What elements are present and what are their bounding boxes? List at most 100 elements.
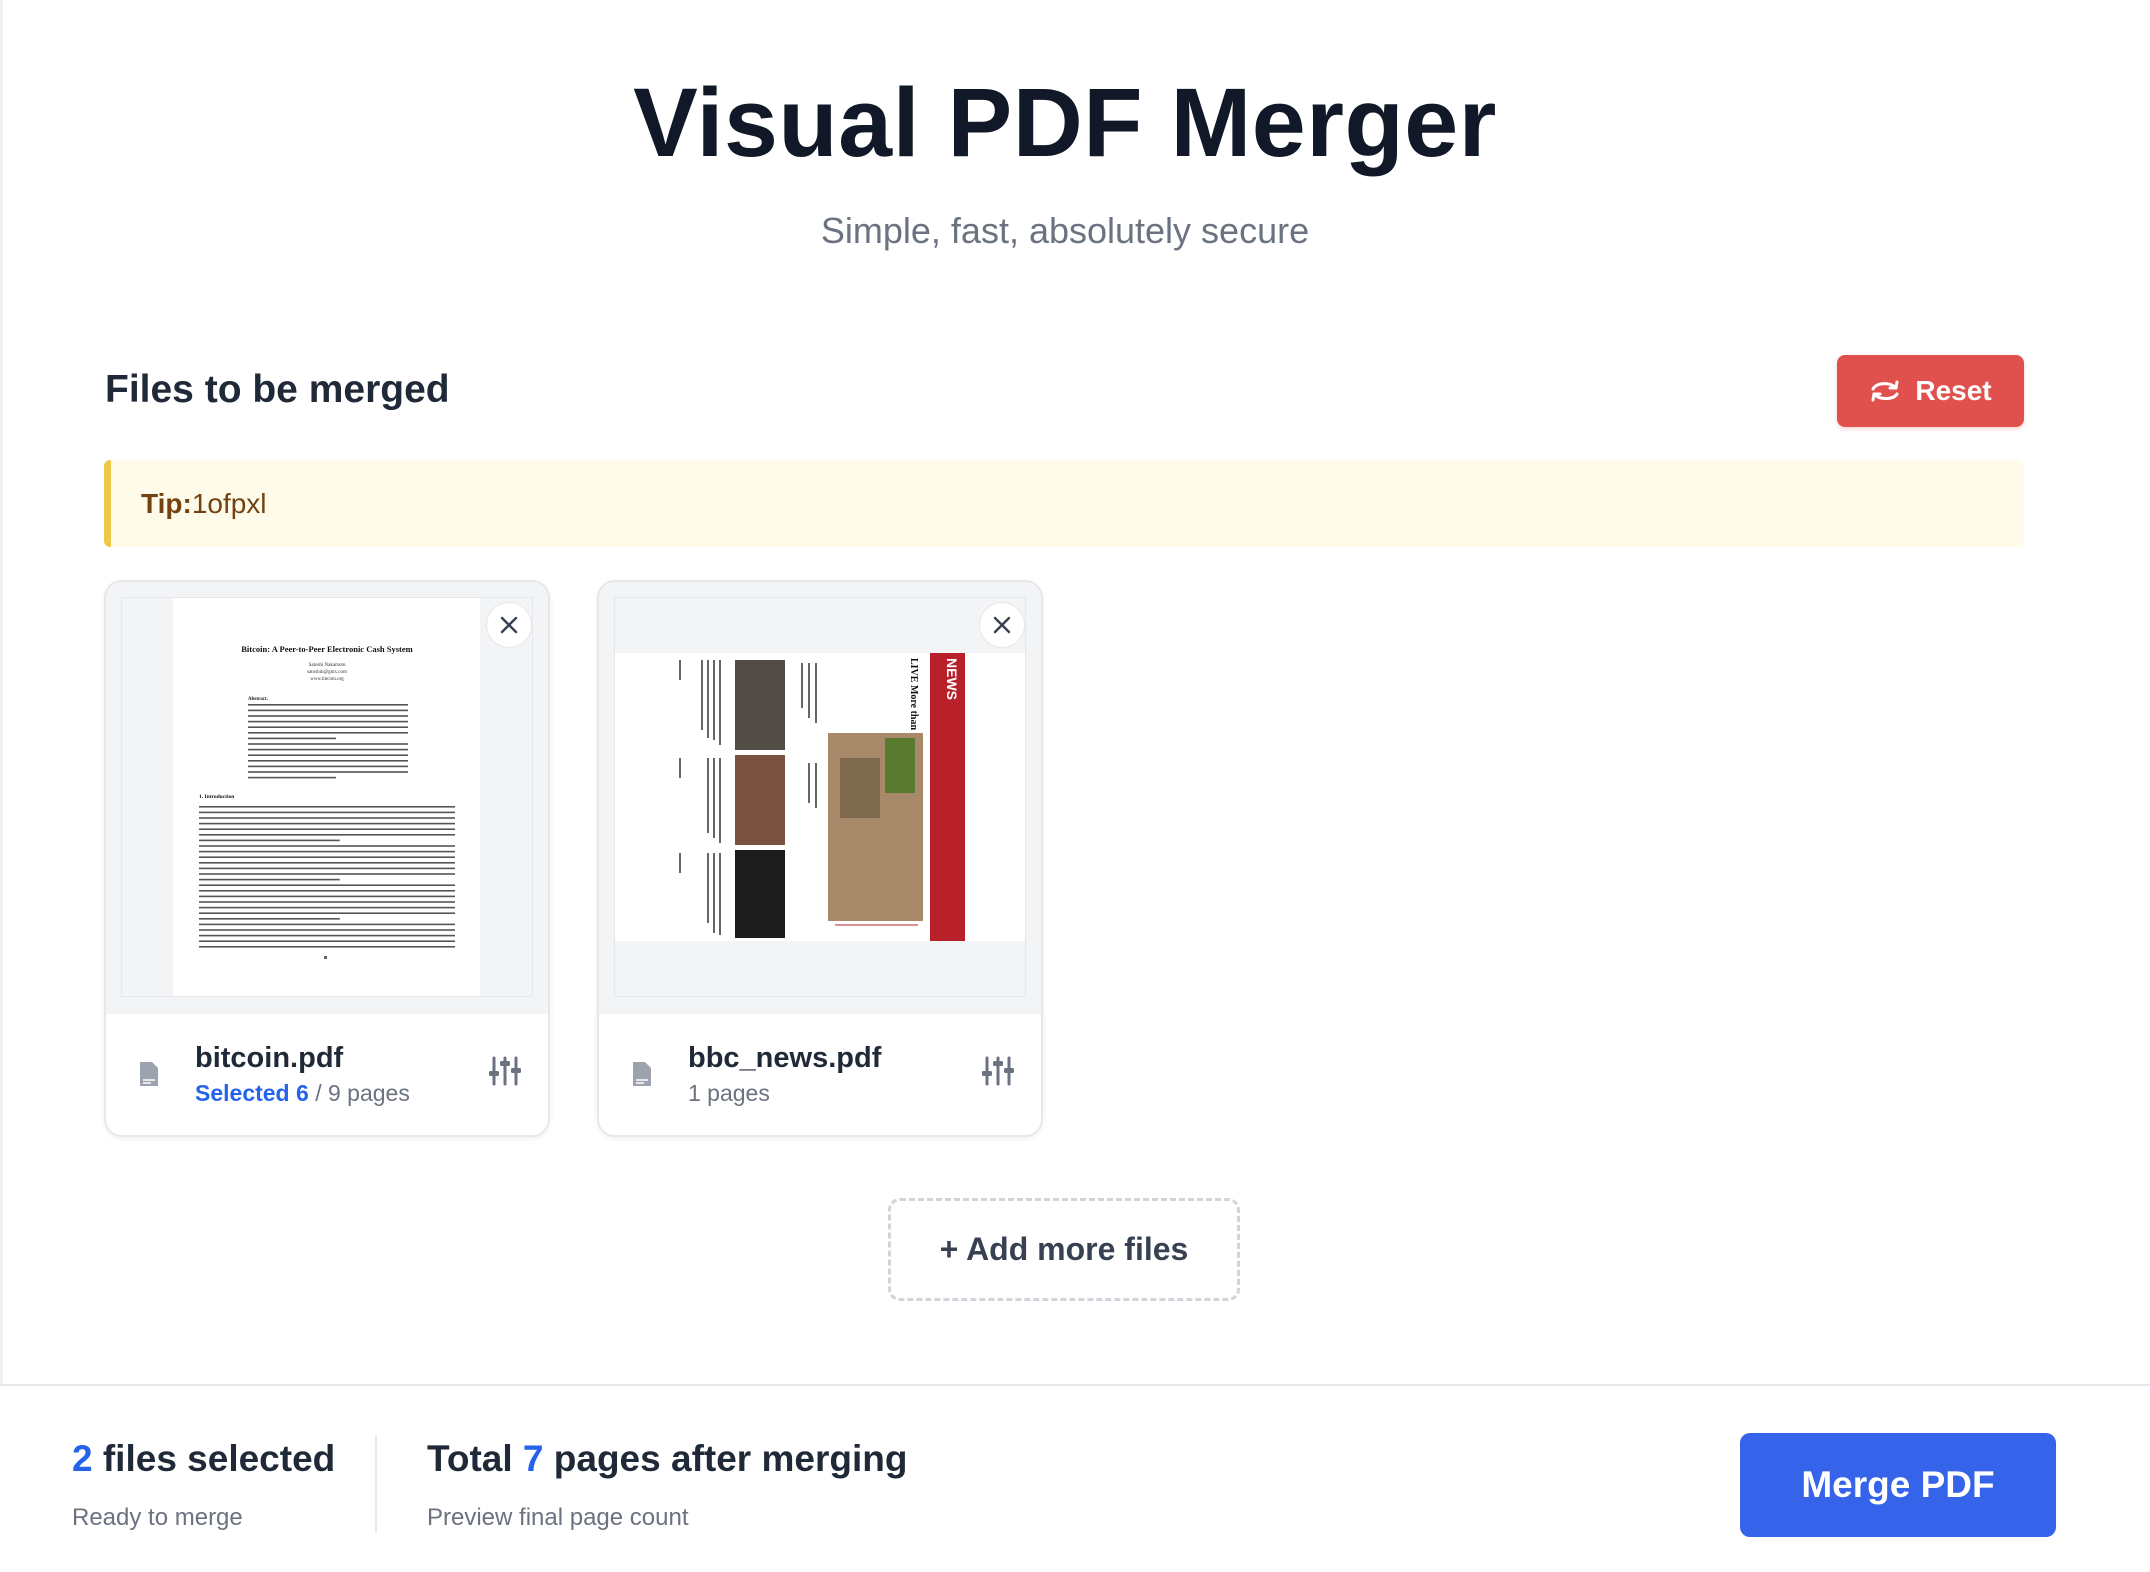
- thumb-text-line: [248, 765, 408, 768]
- thumb-text-line: [248, 748, 408, 751]
- total-pages-count: 7: [522, 1438, 544, 1479]
- file-icon: [633, 1062, 651, 1086]
- thumb-title: Bitcoin: A Peer-to-Peer Electronic Cash …: [241, 644, 412, 654]
- total-pages-stat: Total 7 pages after merging: [427, 1438, 907, 1480]
- tip-banner: Tip: 1ofpxl: [104, 460, 2024, 547]
- thumb-text-line: [248, 720, 408, 723]
- thumb-text-line: [713, 758, 715, 838]
- sliders-icon[interactable]: [488, 1054, 522, 1088]
- thumb-text-line: [815, 663, 817, 723]
- file-card-footer: bbc_news.pdf 1 pages: [599, 1014, 1041, 1135]
- file-preview: Bitcoin: A Peer-to-Peer Electronic Cash …: [106, 582, 548, 1014]
- thumb-text-line: [707, 758, 709, 833]
- thumb-text-line: [808, 763, 810, 803]
- files-status: Ready to merge: [72, 1504, 243, 1531]
- file-page-info: Selected 6 / 9 pages: [195, 1080, 410, 1107]
- files-selected-stat: 2 files selected: [72, 1438, 335, 1480]
- thumb-text-line: [248, 715, 408, 717]
- reset-button-label: Reset: [1915, 375, 1992, 406]
- thumb-text-line: [248, 771, 408, 773]
- thumb-text-line: [199, 923, 455, 926]
- thumb-text-line: [679, 853, 681, 873]
- thumb-text-line: [199, 912, 455, 914]
- add-more-files-button[interactable]: + Add more files: [888, 1198, 1240, 1301]
- thumb-author: Satoshi Nakamoto: [309, 663, 346, 668]
- selected-prefix: Selected: [195, 1080, 290, 1106]
- files-label: files selected: [92, 1438, 336, 1479]
- total-prefix: Total: [427, 1438, 523, 1479]
- thumb-text-line: [808, 663, 810, 718]
- thumb-text-line: [248, 743, 408, 745]
- thumb-text-line: [248, 732, 408, 734]
- file-card-footer: bitcoin.pdf Selected 6 / 9 pages: [106, 1014, 548, 1135]
- thumb-text-line: [815, 763, 817, 808]
- merge-pdf-button[interactable]: Merge PDF: [1740, 1433, 2056, 1537]
- thumb-text-line: [199, 822, 455, 825]
- file-icon: [140, 1062, 158, 1086]
- thumb-text-line: [199, 890, 455, 892]
- thumb-text-line: [801, 663, 803, 708]
- thumb-text-line: [199, 834, 455, 836]
- thumb-text-line: [707, 660, 709, 738]
- thumb-text-line: [248, 704, 408, 706]
- thumb-text-line: [199, 878, 340, 881]
- thumb-text-line: [199, 918, 340, 920]
- thumb-text-line: [713, 853, 715, 933]
- thumb-text-line: [719, 853, 721, 935]
- thumb-text-line: [199, 895, 455, 898]
- file-preview: NEWS LIVE More than 820 dead after stron…: [599, 582, 1041, 1014]
- thumb-text-line: [248, 737, 336, 740]
- thumb-text-line: [199, 929, 455, 931]
- thumb-text-line: [248, 726, 408, 728]
- thumb-text-line: [199, 867, 455, 870]
- thumb-text-line: [199, 901, 455, 903]
- thumb-text-line: [199, 817, 455, 819]
- left-edge-line: [0, 0, 3, 1385]
- thumb-text-line: [199, 828, 455, 830]
- thumb-text-line: [248, 754, 408, 756]
- thumb-text-line: [199, 839, 340, 842]
- page-thumbnail: NEWS LIVE More than 820 dead after stron…: [614, 597, 1026, 997]
- thumb-text-line: [199, 845, 455, 847]
- page-thumbnail: Bitcoin: A Peer-to-Peer Electronic Cash …: [121, 597, 533, 997]
- close-icon: [500, 616, 518, 634]
- thumb-text-line: [248, 709, 408, 712]
- thumb-text-line: [679, 758, 681, 778]
- summary-divider: [375, 1436, 377, 1532]
- thumb-text-line: [199, 940, 455, 942]
- reset-button[interactable]: Reset: [1837, 355, 2024, 427]
- file-card-bbc-news[interactable]: NEWS LIVE More than 820 dead after stron…: [597, 580, 1043, 1137]
- thumb-text-line: [719, 660, 721, 745]
- file-name: bbc_news.pdf: [688, 1042, 882, 1074]
- total-suffix: pages after merging: [543, 1438, 908, 1479]
- file-page-info: 1 pages: [688, 1080, 770, 1106]
- tip-label: Tip:: [141, 487, 192, 519]
- thumb-text-line: [199, 862, 455, 864]
- pages-text: / 9 pages: [315, 1080, 410, 1106]
- thumb-email: satoshin@gmx.com: [307, 670, 347, 675]
- main-page: Visual PDF Merger Simple, fast, absolute…: [0, 0, 2150, 1385]
- thumb-text-line: [713, 660, 715, 740]
- file-card-bitcoin[interactable]: Bitcoin: A Peer-to-Peer Electronic Cash …: [104, 580, 550, 1137]
- bottom-summary-bar: 2 files selected Ready to merge Total 7 …: [0, 1384, 2150, 1572]
- thumb-text-line: [199, 946, 455, 948]
- thumb-text-line: [679, 660, 681, 680]
- thumb-text-line: [199, 811, 455, 814]
- thumb-text-line: [199, 906, 455, 909]
- selected-count: 6: [296, 1080, 309, 1106]
- close-icon: [993, 616, 1011, 634]
- thumb-text-line: [248, 760, 408, 762]
- thumb-text-line: [199, 873, 455, 875]
- rotate-arrows-icon: [1871, 380, 1899, 402]
- remove-file-button[interactable]: [979, 602, 1025, 648]
- thumb-text-line: [199, 856, 455, 858]
- thumb-intro-heading: 1. Introduction: [199, 794, 234, 800]
- thumb-site: www.bitcoin.org: [310, 677, 344, 682]
- page-title: Visual PDF Merger: [633, 68, 1497, 177]
- sliders-icon[interactable]: [981, 1054, 1015, 1088]
- thumb-text-line: [248, 776, 336, 779]
- thumb-text-line: [199, 850, 455, 853]
- thumb-text-line: [199, 934, 455, 937]
- thumb-text-line: [719, 758, 721, 843]
- remove-file-button[interactable]: [486, 602, 532, 648]
